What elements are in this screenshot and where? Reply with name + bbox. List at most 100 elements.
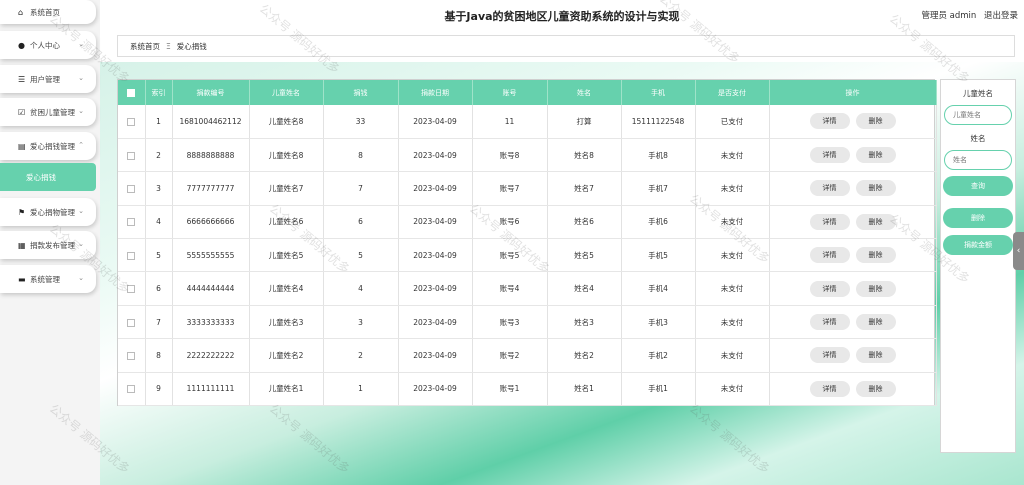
cell-name: 姓名7 [547, 171, 622, 206]
cell-actions: 详情 删除 [769, 305, 937, 340]
name-label: 姓名 [970, 134, 986, 143]
delete-row-button[interactable]: 删除 [855, 180, 896, 197]
row-checkbox[interactable] [118, 305, 146, 340]
sidebar-item-label: 系统首页 [30, 7, 60, 17]
cell-amount: 6 [323, 205, 399, 240]
search-panel: 儿童姓名 姓名 查询 删除 捐款金额 [940, 79, 1016, 453]
detail-button[interactable]: 详情 [809, 180, 850, 197]
delete-row-button[interactable]: 删除 [855, 314, 896, 331]
cell-date: 2023-04-09 [398, 205, 473, 240]
logout-link[interactable]: 退出登录 [984, 11, 1018, 21]
cell-child: 儿童姓名8 [249, 138, 324, 173]
cell-paid: 已支付 [695, 105, 770, 139]
delete-row-button[interactable]: 删除 [855, 380, 896, 397]
cell-child: 儿童姓名4 [249, 271, 324, 306]
sidebar-item-label: 爱心捐钱管理 [30, 141, 75, 151]
cell-paid: 未支付 [695, 171, 770, 206]
person-icon: ● [18, 40, 25, 50]
sidebar-item-children[interactable]: ☑ 贫困儿童管理 ⌄ [0, 98, 96, 126]
chevron-down-icon: ⌄ [78, 274, 84, 282]
cell-phone: 手机4 [621, 271, 696, 306]
child-name-input[interactable] [944, 105, 1012, 125]
row-checkbox[interactable] [118, 338, 146, 373]
delete-row-button[interactable]: 删除 [855, 280, 896, 297]
cell-name: 姓名5 [547, 238, 622, 273]
chevron-down-icon: ⌄ [78, 207, 84, 215]
cell-actions: 详情 删除 [769, 105, 937, 139]
chevron-down-icon: ⌄ [78, 240, 84, 248]
cell-actions: 详情 删除 [769, 271, 937, 306]
row-checkbox[interactable] [118, 238, 146, 273]
sidebar-item-label: 系统管理 [30, 274, 60, 284]
sidebar-item-money-donation[interactable]: ▤ 爱心捐钱管理 ⌃ [0, 132, 96, 160]
sidebar-item-profile[interactable]: ● 个人中心 ⌄ [0, 31, 96, 59]
row-checkbox[interactable] [118, 372, 146, 407]
cell-actions: 详情 删除 [769, 238, 937, 273]
donation-stats-button[interactable]: 捐款金额 [943, 235, 1013, 255]
detail-button[interactable]: 详情 [809, 280, 850, 297]
collapse-panel-icon[interactable]: ‹ [1013, 232, 1024, 270]
name-input[interactable] [944, 150, 1012, 170]
row-checkbox[interactable] [118, 271, 146, 306]
detail-button[interactable]: 详情 [809, 113, 850, 130]
cell-paid: 未支付 [695, 338, 770, 373]
column-header: 捐钱 [323, 80, 399, 105]
delete-row-button[interactable]: 删除 [855, 247, 896, 264]
cell-name: 姓名8 [547, 138, 622, 173]
table-row: 8 2222222222 儿童姓名2 2 2023-04-09 账号2 姓名2 手机2 未支付详… [118, 338, 937, 373]
query-button[interactable]: 查询 [943, 176, 1013, 196]
cell-amount: 7 [323, 171, 399, 206]
column-header: 捐款编号 [172, 80, 250, 105]
cell-code: 7777777777 [172, 171, 250, 206]
cell-paid: 未支付 [695, 305, 770, 340]
sidebar-item-label: 捐款发布管理 [30, 240, 75, 250]
cell-index: 8 [145, 338, 173, 373]
cell-amount: 1 [323, 372, 399, 407]
detail-button[interactable]: 详情 [809, 247, 850, 264]
column-header: 手机 [621, 80, 696, 105]
detail-button[interactable]: 详情 [809, 314, 850, 331]
select-all-checkbox[interactable] [118, 80, 146, 105]
row-checkbox[interactable] [118, 205, 146, 240]
detail-button[interactable]: 详情 [809, 147, 850, 164]
cell-name: 姓名6 [547, 205, 622, 240]
detail-button[interactable]: 详情 [809, 380, 850, 397]
delete-row-button[interactable]: 删除 [855, 347, 896, 364]
delete-row-button[interactable]: 删除 [855, 113, 896, 130]
column-header: 捐款日期 [398, 80, 473, 105]
detail-button[interactable]: 详情 [809, 347, 850, 364]
cell-name: 姓名3 [547, 305, 622, 340]
chevron-down-icon: ⌄ [78, 107, 84, 115]
flag-icon: ⚑ [18, 207, 26, 217]
sidebar-item-goods-donation[interactable]: ⚑ 爱心捐物管理 ⌄ [0, 198, 96, 226]
child-name-label: 儿童姓名 [963, 89, 993, 98]
sidebar-item-home[interactable]: ⌂ 系统首页 [0, 0, 96, 24]
row-checkbox[interactable] [118, 138, 146, 173]
row-checkbox[interactable] [118, 171, 146, 206]
cell-actions: 详情 删除 [769, 338, 937, 373]
table-row: 7 3333333333 儿童姓名3 3 2023-04-09 账号3 姓名3 手机3 未支付详… [118, 305, 937, 340]
chevron-down-icon: ⌄ [78, 40, 84, 48]
table-row: 5 5555555555 儿童姓名5 5 2023-04-09 账号5 姓名5 手机5 未支付详… [118, 238, 937, 273]
sidebar-item-publish[interactable]: ▦ 捐款发布管理 ⌄ [0, 231, 96, 259]
breadcrumb-separator-icon: Ξ [166, 41, 171, 51]
sidebar-item-users[interactable]: ☰ 用户管理 ⌄ [0, 65, 96, 93]
cell-code: 1111111111 [172, 372, 250, 407]
delete-row-button[interactable]: 删除 [855, 213, 896, 230]
delete-row-button[interactable]: 删除 [855, 147, 896, 164]
cell-paid: 未支付 [695, 238, 770, 273]
delete-button[interactable]: 删除 [943, 208, 1013, 228]
sidebar-item-system[interactable]: ▬ 系统管理 ⌄ [0, 265, 96, 293]
cell-code: 5555555555 [172, 238, 250, 273]
cell-phone: 手机1 [621, 372, 696, 407]
cell-code: 6666666666 [172, 205, 250, 240]
table-row: 4 6666666666 儿童姓名6 6 2023-04-09 账号6 姓名6 手机6 未支付详… [118, 205, 937, 240]
row-checkbox[interactable] [118, 105, 146, 139]
cell-child: 儿童姓名8 [249, 105, 324, 139]
detail-button[interactable]: 详情 [809, 213, 850, 230]
breadcrumb-home[interactable]: 系统首页 [130, 41, 160, 52]
page-title: 基于Java的贫困地区儿童资助系统的设计与实现 [444, 10, 680, 23]
cell-actions: 详情 删除 [769, 205, 937, 240]
sidebar-subitem-money[interactable]: 爱心捐钱 [0, 163, 96, 191]
cell-phone: 手机6 [621, 205, 696, 240]
